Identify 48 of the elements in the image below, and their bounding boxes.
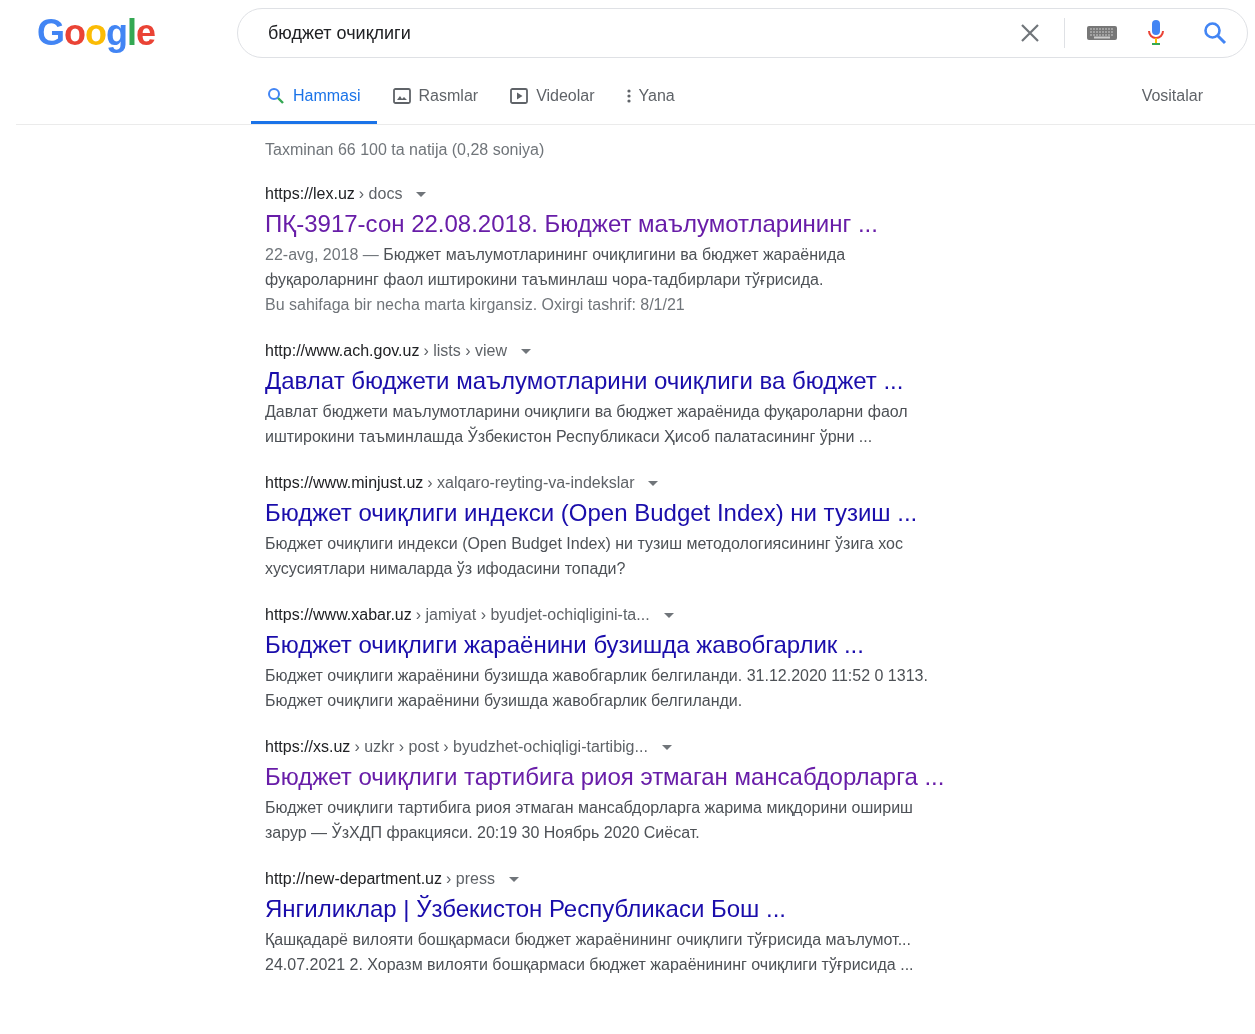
result-breadcrumb: › jamiyat › byudjet-ochiqligini-ta... (415, 605, 650, 625)
result-title-link[interactable]: Бюджет очиқлиги тартибига риоя этмаган мансабдорларга ... (265, 762, 945, 792)
result-snippet: Давлат бюджети маълумотларини очиқлиги ва бюджет жараёнида фуқароларни фаол иштирокини таъминлашда Ўзбекистон Республикаси Ҳисоб палатасининг ўрни ... (265, 402, 909, 447)
result-title-link[interactable]: Янгиликлар | Ўзбекистон Республикаси Бош ... (265, 894, 786, 924)
result-snippet: Қашқадарё вилояти бошқармаси бюджет жараёнининг очиқлиги тўғрисида маълумот... 24.07.2021 2. Хоразм вилояти бошқармаси бюджет жараёнининг очиқлиги тўғрисида ... (265, 930, 915, 975)
search-field[interactable]: бюджет очиқлиги (237, 8, 1248, 58)
google-logo[interactable]: Google (37, 11, 156, 53)
result-url[interactable]: https://www.xabar.uz (265, 605, 412, 625)
result-breadcrumb: › press (446, 869, 495, 889)
dropdown-caret-icon[interactable] (648, 480, 659, 486)
result-url[interactable]: http://www.ach.gov.uz (265, 341, 420, 361)
result-url[interactable]: https://www.minjust.uz (265, 473, 424, 493)
result-url[interactable]: http://new-department.uz (265, 869, 442, 889)
search-tab[interactable]: Hammasi (251, 84, 377, 124)
result-title-link[interactable]: Бюджет очиқлиги жараёнини бузишда жавобгарлик ... (265, 630, 864, 660)
image-icon (392, 88, 411, 104)
search-tab[interactable]: Videolar (494, 84, 611, 124)
result-snippet: Бюджет очиқлиги индекси (Open Budget Index) ни тузиш методологиясининг ўзига хос хусусиятлари нималарда ўз ифодасини топади? (265, 534, 904, 579)
result-snippet: 22-avg, 2018 — Бюджет маълумотларининг очиқлигини ва бюджет жараёнида фуқароларнинг фаол иштирокини таъминлаш чора-тадбирлари тўғрисида. (265, 245, 847, 290)
dropdown-caret-icon[interactable] (416, 191, 427, 197)
dropdown-caret-icon[interactable] (508, 876, 519, 882)
result-breadcrumb: › xalqaro-reyting-va-indekslar (427, 473, 635, 493)
result-url[interactable]: https://xs.uz (265, 737, 351, 757)
close-icon[interactable] (1020, 23, 1040, 43)
result-breadcrumb: › docs (358, 184, 403, 204)
search-icon[interactable] (1203, 21, 1227, 45)
result-title-link[interactable]: Бюджет очиқлиги индекси (Open Budget Index) ни тузиш ... (265, 498, 918, 528)
result-breadcrumb: › uzkr › post › byudzhet-ochiqligi-tartibig... (354, 737, 648, 757)
result-title-link[interactable]: ПҚ-3917-сон 22.08.2018. Бюджет маълумотларининг ... (265, 209, 878, 239)
result-breadcrumb: › lists › view (423, 341, 507, 361)
result-stats: Taxminan 66 100 ta natija (0,28 soniya) (265, 140, 546, 160)
visit-note: Bu sahifaga bir necha marta kirgansiz. Oxirgi tashrif: 8/1/21 (265, 295, 686, 315)
result-url[interactable]: https://lex.uz (265, 184, 355, 204)
result-snippet: Бюджет очиқлиги жараёнини бузишда жавобгарлик белгиланди. 31.12.2020 11:52 0 1313. Бюджет очиқлиги жараёнини бузишда жавобгарлик белгиланди. (265, 666, 929, 711)
result-title-link[interactable]: Давлат бюджети маълумотларини очиқлиги ва бюджет ... (265, 366, 904, 396)
microphone-icon[interactable] (1147, 20, 1165, 46)
dropdown-caret-icon[interactable] (521, 348, 531, 354)
dropdown-caret-icon[interactable] (661, 744, 672, 750)
more-icon (626, 89, 631, 103)
video-icon (510, 88, 529, 104)
dropdown-caret-icon[interactable] (663, 612, 674, 618)
search-tab[interactable]: Yana (610, 84, 691, 124)
search-tab[interactable]: Rasmlar (376, 84, 495, 124)
keyboard-icon[interactable] (1087, 26, 1117, 40)
result-snippet: Бюджет очиқлиги тартибига риоя этмаган мансабдорларга жарима миқдорини ошириш зарур — ЎзХДП фракцияси. 20:19 30 Ноябрь 2020 Сиёсат. (265, 798, 914, 843)
search-query[interactable]: бюджет очиқлиги (268, 19, 1020, 47)
tools-tab[interactable]: Vositalar (1141, 84, 1203, 124)
search-icon (267, 87, 285, 105)
